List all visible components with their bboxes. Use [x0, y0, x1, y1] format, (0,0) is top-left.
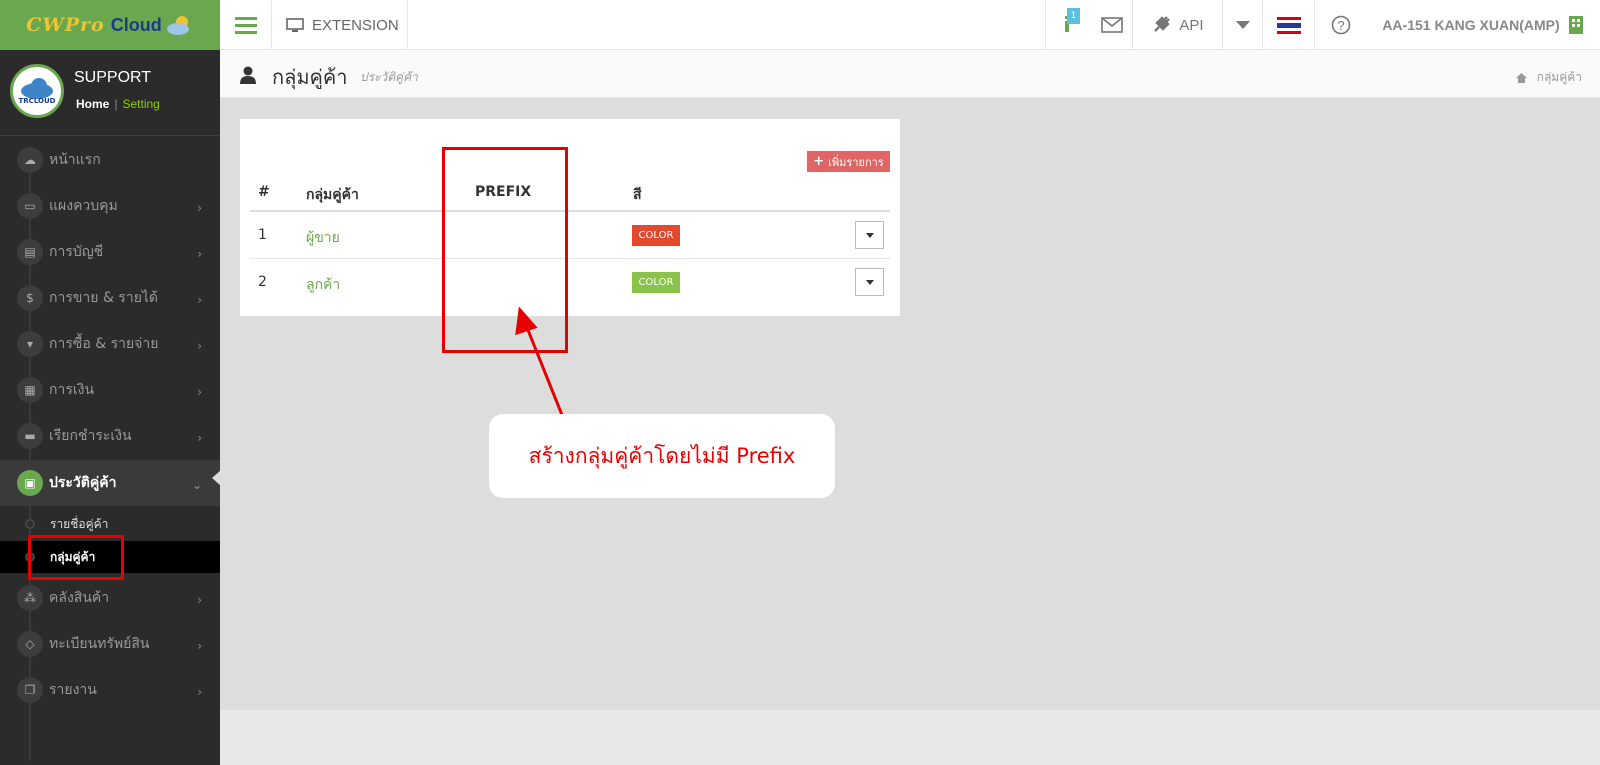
annotation-callout: สร้างกลุ่มคู่ค้าโดยไม่มี Prefix	[489, 414, 835, 498]
annotation-arrow	[515, 306, 570, 431]
callout-text: สร้างกลุ่มคู่ค้าโดยไม่มี Prefix	[528, 443, 796, 468]
